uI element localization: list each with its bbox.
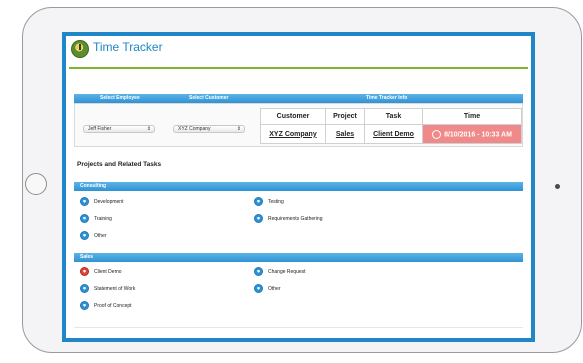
task-label: Change Request [268,269,306,275]
task-label: Other [268,286,281,292]
task-label: Training [94,216,112,222]
header-divider [69,67,528,69]
task-label: Development [94,199,124,205]
tracker-info-table: Customer Project Task Time XYZ Company S… [260,107,522,144]
customer-header: Select Customer [189,95,229,101]
task-label: Other [94,233,107,239]
task-label: Testing [268,199,284,205]
task-radio-icon [80,301,89,310]
employee-header: Select Employee [100,95,140,101]
info-col-customer: Customer [260,107,326,126]
customer-select[interactable]: XYZ Company ⇕ [173,125,245,133]
employee-select[interactable]: Jeff Fisher ⇕ [83,125,155,133]
group-bar-sales: Sales [74,253,523,262]
app-screen: Time Tracker Select Employee Select Cust… [62,32,535,342]
info-project-link[interactable]: Sales [325,124,365,144]
chevron-updown-icon: ⇕ [236,126,241,132]
info-header-row: Customer Project Task Time [260,107,522,126]
home-button[interactable] [25,173,47,195]
app-header: Time Tracker [66,36,531,72]
group-name: Sales [80,254,94,260]
footer-divider [74,327,523,328]
info-col-task: Task [364,107,423,126]
task-label: Requirements Gathering [268,216,323,222]
chevron-updown-icon: ⇕ [146,126,151,132]
info-time-value: 8/10/2016 - 10:33 AM [444,131,512,139]
task-radio-icon [80,197,89,206]
task-label: Client Demo [94,269,122,275]
info-customer-link[interactable]: XYZ Company [260,124,326,144]
group-name: Consulting [80,183,107,189]
task-radio-icon [80,284,89,293]
info-col-time: Time [422,107,522,126]
task-radio-icon [254,197,263,206]
task-radio-icon [80,231,89,240]
info-header: Time Tracker Info [366,95,408,101]
clock-logo-icon [71,40,89,58]
task-radio-icon [80,267,89,276]
task-label: Statement of Work [94,286,136,292]
tracker-header-bar: Select Employee Select Customer Time Tra… [74,94,523,103]
camera-icon [555,184,560,189]
info-col-project: Project [325,107,365,126]
clock-icon [432,129,442,139]
task-radio-icon [80,214,89,223]
task-label: Proof of Concept [94,303,132,309]
task-radio-icon [254,284,263,293]
projects-title: Projects and Related Tasks [77,161,162,168]
info-data-row: XYZ Company Sales Client Demo 8/10/2016 … [260,124,522,144]
group-bar-consulting: Consulting [74,182,523,191]
customer-select-value: XYZ Company [178,126,211,132]
info-time-cell: 8/10/2016 - 10:33 AM [422,124,522,144]
info-task-link[interactable]: Client Demo [364,124,423,144]
task-radio-icon [254,267,263,276]
app-title: Time Tracker [93,40,163,54]
task-radio-icon [254,214,263,223]
employee-select-value: Jeff Fisher [88,126,112,132]
tracker-body: Jeff Fisher ⇕ XYZ Company ⇕ Customer Pro… [74,103,523,147]
